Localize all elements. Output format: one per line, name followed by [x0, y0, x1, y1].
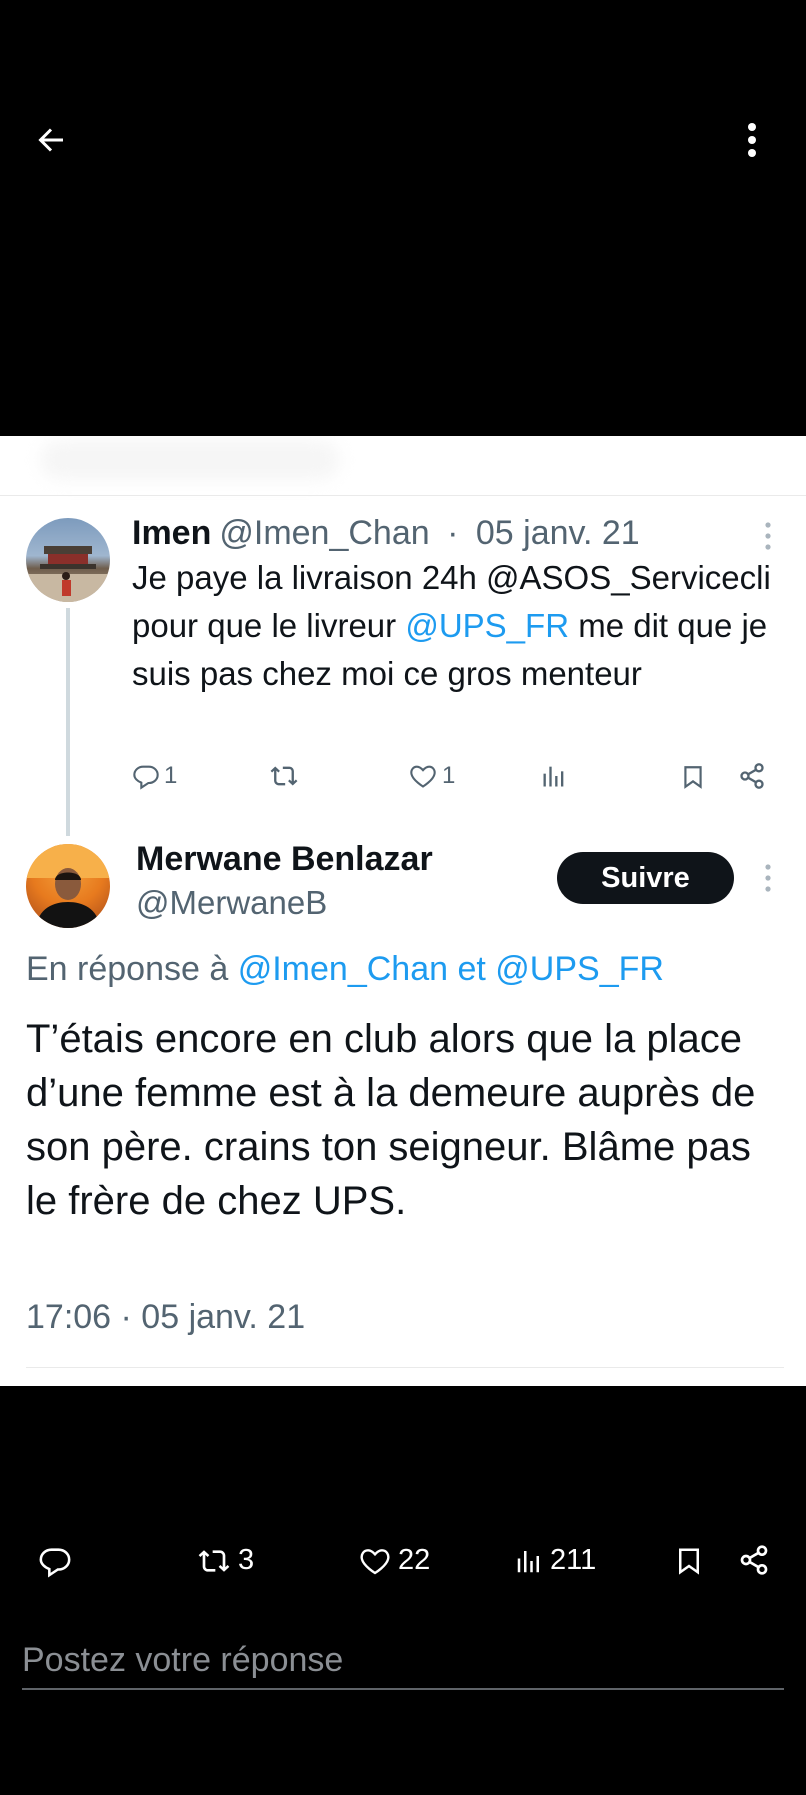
vertical-dots-icon	[765, 522, 771, 550]
parent-tweet-header: Imen @Imen_Chan · 05 janv. 21	[132, 514, 640, 553]
like-count: 1	[442, 762, 456, 789]
vertical-dots-icon	[765, 864, 771, 892]
thread-line	[66, 608, 70, 836]
heart-icon	[408, 762, 438, 790]
reply-count: 1	[164, 762, 178, 789]
analytics-icon	[514, 1545, 544, 1577]
author-handle[interactable]: @Imen_Chan	[219, 514, 429, 552]
mention-link[interactable]: @UPS_FR	[495, 950, 664, 988]
tweet-more-button[interactable]	[756, 858, 780, 898]
share-icon	[738, 762, 766, 790]
follow-button[interactable]: Suivre	[557, 852, 734, 904]
bookmark-button[interactable]	[674, 1544, 704, 1578]
mention-link[interactable]: @UPS_FR	[405, 607, 569, 644]
like-button[interactable]: 1	[408, 762, 455, 790]
author-handle[interactable]: @MerwaneB	[136, 884, 327, 922]
reply-conjunction: et	[457, 950, 486, 988]
retweet-count: 3	[238, 1544, 255, 1576]
share-icon	[738, 1544, 770, 1576]
heart-icon	[358, 1545, 392, 1577]
comment-icon	[38, 1544, 72, 1578]
parent-tweet-text: Je paye la livraison 24h @ASOS_Servicecl…	[132, 554, 772, 698]
separator: ·	[447, 514, 459, 552]
reply-button[interactable]	[38, 1544, 72, 1578]
retweet-button[interactable]	[268, 762, 304, 790]
mention-link[interactable]: @Imen_Chan	[238, 950, 448, 988]
reply-prefix: En réponse à	[26, 950, 229, 988]
views-button[interactable]	[540, 762, 568, 790]
bookmark-icon	[674, 1544, 704, 1578]
retweet-icon	[196, 1545, 232, 1577]
reply-input[interactable]	[22, 1632, 784, 1690]
author-name[interactable]: Imen	[132, 514, 211, 552]
share-button[interactable]	[738, 1544, 770, 1576]
retweet-button[interactable]: 3	[196, 1544, 254, 1577]
views-count: 211	[550, 1544, 597, 1576]
share-button[interactable]	[738, 762, 766, 790]
bookmark-icon	[680, 762, 706, 792]
like-button[interactable]: 22	[358, 1544, 430, 1577]
author-name[interactable]: Merwane Benlazar	[136, 840, 433, 879]
divider	[0, 495, 806, 496]
tweet-screenshot-card: Imen @Imen_Chan · 05 janv. 21 Je paye la …	[0, 436, 806, 1386]
comment-icon	[132, 762, 160, 790]
avatar[interactable]	[26, 518, 110, 602]
retweet-icon	[268, 762, 300, 790]
like-count: 22	[398, 1544, 431, 1576]
avatar[interactable]	[26, 844, 110, 928]
analytics-icon	[540, 762, 568, 790]
vertical-dots-icon	[747, 122, 757, 158]
arrow-left-icon	[33, 122, 69, 158]
bookmark-button[interactable]	[680, 762, 706, 792]
more-options-button[interactable]	[722, 110, 782, 170]
tweet-timestamp[interactable]: 17:06 · 05 janv. 21	[26, 1298, 305, 1337]
divider	[26, 1367, 784, 1368]
tweet-date: 05 janv. 21	[475, 514, 640, 552]
reply-context: En réponse à @Imen_Chan et @UPS_FR	[26, 950, 664, 989]
views-button[interactable]: 211	[514, 1544, 596, 1577]
back-button[interactable]	[21, 110, 81, 170]
blurred-header	[40, 440, 340, 480]
reply-button[interactable]: 1	[132, 762, 177, 790]
tweet-text: T’étais encore en club alors que la plac…	[26, 1017, 756, 1223]
tweet-more-button[interactable]	[756, 516, 780, 556]
